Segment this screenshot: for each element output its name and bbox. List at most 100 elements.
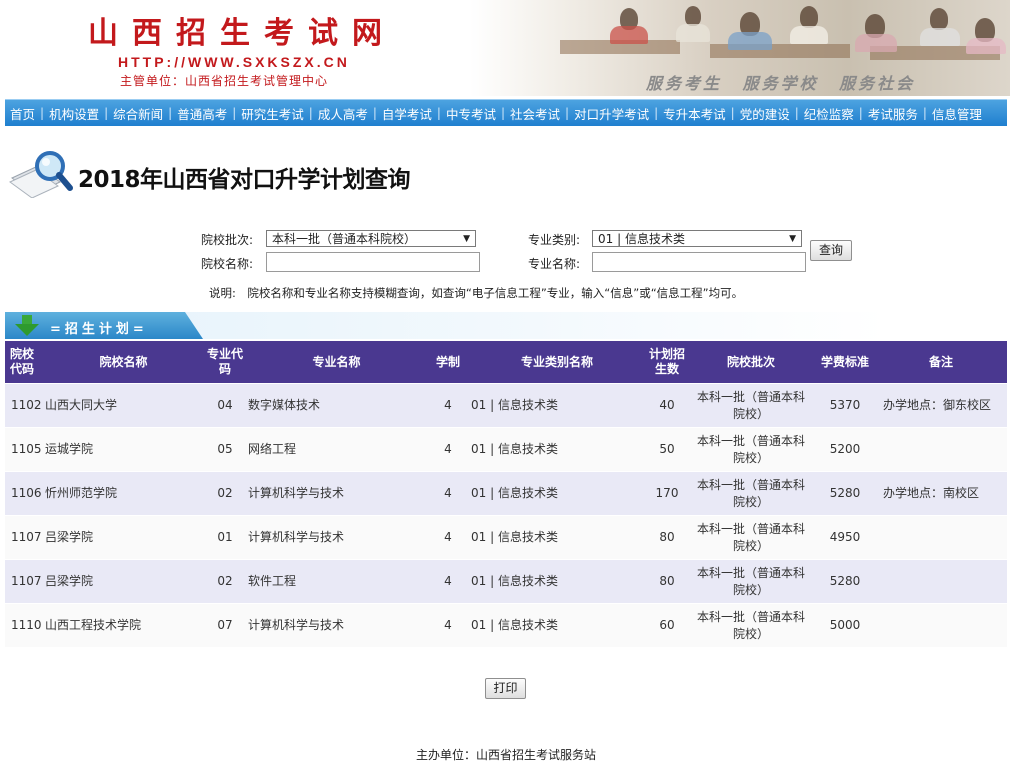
nav-item[interactable]: 对口升学考试	[569, 104, 654, 123]
table-cell: 01 | 信息技术类	[467, 559, 647, 604]
table-row: 1107 吕梁学院 02 软件工程 4 01 | 信息技术类 80 本科一批（普通本科院校） 5…	[5, 559, 1007, 604]
chevron-down-icon: ▼	[463, 234, 470, 244]
table-cell: 4	[429, 383, 467, 428]
table-cell: 数字媒体技术	[244, 383, 429, 428]
table-cell: 办学地点：御东校区	[875, 383, 1007, 428]
column-header: 专业类别名称	[467, 341, 647, 384]
chevron-down-icon: ▼	[789, 234, 796, 244]
table-cell: 80	[647, 559, 687, 604]
table-cell: 4	[429, 515, 467, 560]
table-cell: 1107	[5, 559, 42, 604]
green-down-arrow-icon	[15, 315, 39, 336]
table-cell: 170	[647, 471, 687, 516]
table-cell: 本科一批（普通本科院校）	[687, 559, 815, 604]
nav-item[interactable]: 考试服务	[863, 104, 923, 123]
table-cell: 1106	[5, 471, 42, 516]
nav-item[interactable]: 普通高考	[172, 104, 232, 123]
nav-item[interactable]: 机构设置	[44, 104, 104, 123]
table-cell: 5280	[815, 471, 875, 516]
table-cell: 01 | 信息技术类	[467, 515, 647, 560]
footer-sponsor: 主办单位：山西省招生考试服务站	[415, 748, 596, 762]
table-cell: 01 | 信息技术类	[467, 603, 647, 648]
table-cell: 4	[429, 427, 467, 472]
table-cell: 60	[647, 603, 687, 648]
column-header: 备注	[875, 341, 1007, 384]
site-url: HTTP://WWW.SXKSZX.CN	[118, 54, 350, 70]
major-name-input[interactable]	[592, 252, 806, 272]
nav-item[interactable]: 专升本考试	[658, 104, 731, 123]
site-title[interactable]: 山西招生考试网	[88, 8, 396, 52]
nav-item[interactable]: 研究生考试	[236, 104, 309, 123]
column-header: 院校批次	[687, 341, 815, 384]
table-cell: 40	[647, 383, 687, 428]
table-cell: 山西工程技术学院	[41, 603, 206, 648]
table-cell: 50	[647, 427, 687, 472]
table-cell: 05	[206, 427, 244, 472]
column-header: 院校代码	[5, 341, 41, 384]
table-cell: 1105	[5, 427, 42, 472]
table-cell: 1102	[5, 383, 42, 428]
main-nav: 首页 | 机构设置 | 综合新闻 | 普通高考 | 研究生考试 | 成人高考 | 自学考试 | 中专考试 | 社…	[5, 99, 1007, 126]
column-header: 学费标准	[815, 341, 875, 384]
nav-item[interactable]: 党的建设	[735, 104, 795, 123]
table-cell: 80	[647, 515, 687, 560]
nav-item[interactable]: 纪检监察	[799, 104, 859, 123]
school-name-label: 院校名称:	[201, 257, 254, 271]
table-cell: 5370	[815, 383, 875, 428]
table-cell: 吕梁学院	[41, 515, 206, 560]
nav-item[interactable]: 自学考试	[377, 104, 437, 123]
table-cell: 运城学院	[41, 427, 206, 472]
table-cell: 01 | 信息技术类	[467, 471, 647, 516]
table-cell: 4	[429, 603, 467, 648]
nav-item[interactable]: 信息管理	[927, 104, 987, 123]
table-cell	[875, 603, 1007, 648]
table-cell: 5000	[815, 603, 875, 648]
table-cell: 1107	[5, 515, 42, 560]
column-header: 计划招生数	[647, 341, 687, 384]
table-cell: 1110	[5, 603, 42, 648]
table-cell: 5280	[815, 559, 875, 604]
table-cell: 网络工程	[244, 427, 429, 472]
batch-select[interactable]: 本科一批（普通本科院校） ▼	[266, 230, 476, 247]
query-note: 说明: 院校名称和专业名称支持模糊查询，如查询“电子信息工程”专业，输入“信息”…	[209, 286, 744, 300]
page-title: 2018年山西省对口升学计划查询	[78, 167, 411, 193]
batch-label: 院校批次:	[201, 233, 254, 247]
table-cell: 忻州师范学院	[41, 471, 206, 516]
table-cell: 4950	[815, 515, 875, 560]
table-cell: 01 | 信息技术类	[467, 383, 647, 428]
table-cell: 5200	[815, 427, 875, 472]
table-cell: 02	[206, 471, 244, 516]
table-row: 1102 山西大同大学 04 数字媒体技术 4 01 | 信息技术类 40 本科一批（普通本科…	[5, 383, 1007, 428]
column-header: 院校名称	[41, 341, 206, 384]
table-cell	[875, 515, 1007, 560]
site-sponsor: 主管单位：山西省招生考试管理中心	[120, 74, 329, 88]
table-cell	[875, 559, 1007, 604]
nav-item[interactable]: 成人高考	[313, 104, 373, 123]
table-cell: 02	[206, 559, 244, 604]
table-cell: 01	[206, 515, 244, 560]
table-cell: 4	[429, 471, 467, 516]
table-cell: 计算机科学与技术	[244, 515, 429, 560]
table-header-row: 院校代码 院校名称 专业代码 专业名称 学制 专业类别名称 计划招生数 院校批次 学费标准 备注	[5, 341, 1007, 384]
batch-select-value: 本科一批（普通本科院校）	[272, 232, 417, 246]
table-cell: 办学地点：南校区	[875, 471, 1007, 516]
print-button[interactable]: 打印	[485, 678, 526, 699]
nav-item[interactable]: 首页	[5, 104, 40, 123]
column-header: 专业名称	[244, 341, 429, 384]
table-cell: 软件工程	[244, 559, 429, 604]
nav-item[interactable]: 综合新闻	[108, 104, 168, 123]
table-cell: 计算机科学与技术	[244, 471, 429, 516]
magnifier-paper-icon	[9, 151, 73, 198]
table-cell: 计算机科学与技术	[244, 603, 429, 648]
table-cell: 01 | 信息技术类	[467, 427, 647, 472]
query-button[interactable]: 查询	[810, 240, 852, 261]
school-name-input[interactable]	[266, 252, 480, 272]
category-select[interactable]: 01 | 信息技术类 ▼	[592, 230, 802, 247]
table-cell: 本科一批（普通本科院校）	[687, 471, 815, 516]
nav-item[interactable]: 中专考试	[441, 104, 501, 123]
table-cell: 本科一批（普通本科院校）	[687, 427, 815, 472]
column-header: 学制	[429, 341, 467, 384]
nav-item[interactable]: 社会考试	[505, 104, 565, 123]
column-header: 专业代码	[206, 341, 244, 384]
site-slogan: 服务考生 服务学校 服务社会	[646, 74, 916, 93]
